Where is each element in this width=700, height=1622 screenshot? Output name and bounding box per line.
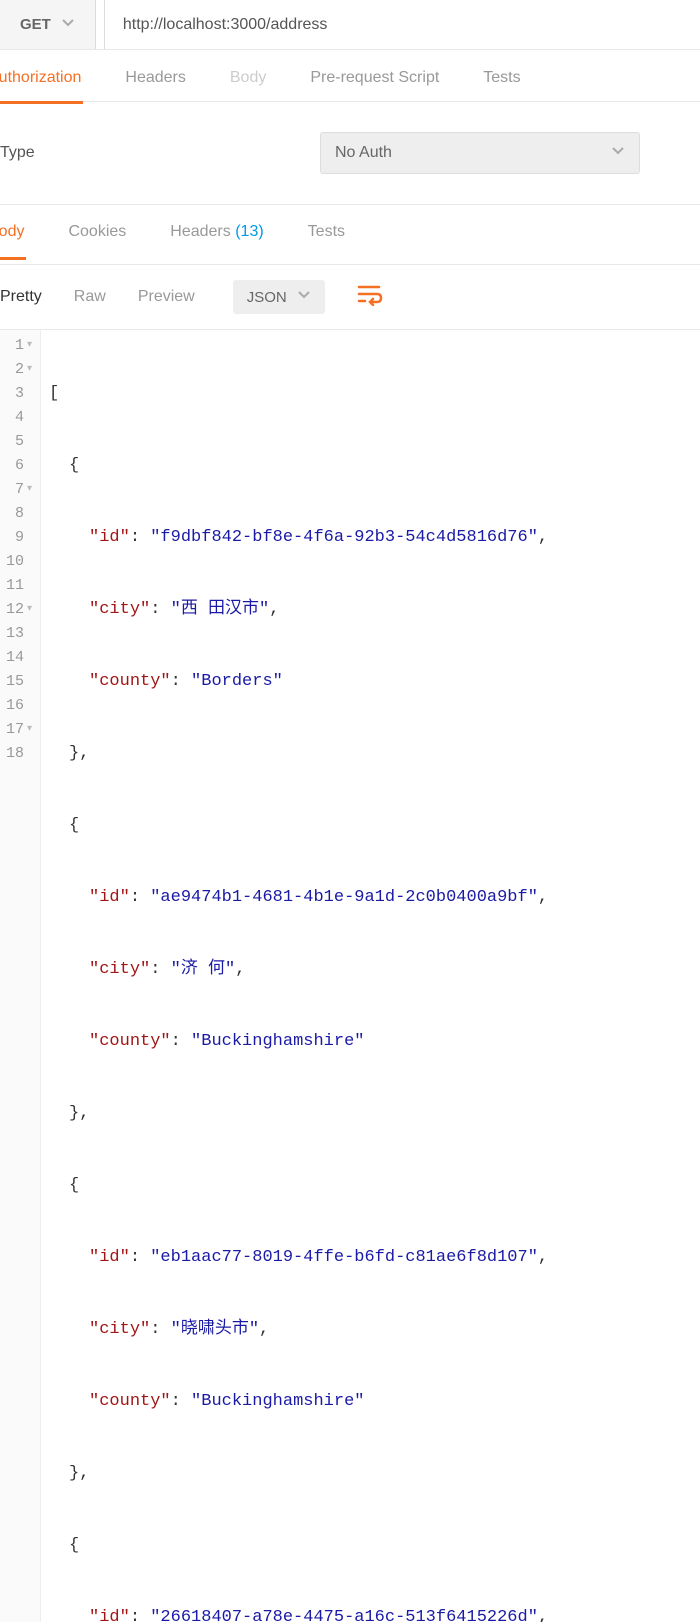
gutter-line: 17▾ xyxy=(6,718,32,742)
view-pretty-button[interactable]: Pretty xyxy=(0,282,46,312)
gutter-line: 5 xyxy=(6,430,32,454)
body-toolbar: Pretty Raw Preview JSON xyxy=(0,265,700,330)
resp-tab-tests[interactable]: Tests xyxy=(306,223,347,260)
chevron-down-icon xyxy=(297,288,311,306)
response-body-viewer[interactable]: 1▾2▾34567▾89101112▾1314151617▾18 [ { "id… xyxy=(0,330,700,1622)
resp-tab-cookies[interactable]: Cookies xyxy=(66,223,128,260)
gutter-line: 8 xyxy=(6,502,32,526)
resp-tab-headers-count: (13) xyxy=(235,223,263,240)
auth-type-value: No Auth xyxy=(335,144,392,162)
format-dropdown[interactable]: JSON xyxy=(233,280,325,314)
tab-headers[interactable]: Headers xyxy=(123,69,187,104)
gutter-line: 10 xyxy=(6,550,32,574)
line-gutter: 1▾2▾34567▾89101112▾1314151617▾18 xyxy=(0,330,41,1622)
code-content: [ { "id": "f9dbf842-bf8e-4f6a-92b3-54c4d… xyxy=(41,330,556,1622)
auth-type-dropdown[interactable]: No Auth xyxy=(320,132,640,174)
view-raw-button[interactable]: Raw xyxy=(70,282,110,312)
gutter-line: 18 xyxy=(6,742,32,766)
gutter-line: 14 xyxy=(6,646,32,670)
request-tabs: Authorization Headers Body Pre-request S… xyxy=(0,50,700,102)
tab-body[interactable]: Body xyxy=(228,69,268,104)
gutter-line: 2▾ xyxy=(6,358,32,382)
resp-tab-headers[interactable]: Headers (13) xyxy=(168,223,265,260)
gutter-line: 13 xyxy=(6,622,32,646)
gutter-line: 11 xyxy=(6,574,32,598)
gutter-line: 12▾ xyxy=(6,598,32,622)
format-label: JSON xyxy=(247,289,287,306)
gutter-line: 4 xyxy=(6,406,32,430)
fold-icon[interactable]: ▾ xyxy=(26,478,32,502)
chevron-down-icon xyxy=(61,16,75,34)
view-preview-button[interactable]: Preview xyxy=(134,282,199,312)
chevron-down-icon xyxy=(611,144,625,163)
tab-authorization[interactable]: Authorization xyxy=(0,69,83,104)
fold-icon[interactable]: ▾ xyxy=(26,358,32,382)
auth-type-label: Type xyxy=(0,144,320,162)
tab-tests[interactable]: Tests xyxy=(481,69,522,104)
gutter-line: 3 xyxy=(6,382,32,406)
fold-icon[interactable]: ▾ xyxy=(26,718,32,742)
http-method-dropdown[interactable]: GET xyxy=(0,0,96,49)
tab-prerequest[interactable]: Pre-request Script xyxy=(308,69,441,104)
http-method-label: GET xyxy=(20,16,51,33)
gutter-line: 1▾ xyxy=(6,334,32,358)
fold-icon[interactable]: ▾ xyxy=(26,334,32,358)
gutter-line: 6 xyxy=(6,454,32,478)
fold-icon[interactable]: ▾ xyxy=(26,598,32,622)
url-input[interactable] xyxy=(104,0,700,49)
gutter-line: 7▾ xyxy=(6,478,32,502)
gutter-line: 16 xyxy=(6,694,32,718)
gutter-line: 9 xyxy=(6,526,32,550)
response-tabs: Body Cookies Headers (13) Tests xyxy=(0,205,700,265)
wrap-lines-button[interactable] xyxy=(357,284,383,311)
resp-tab-headers-label: Headers xyxy=(170,223,230,240)
gutter-line: 15 xyxy=(6,670,32,694)
resp-tab-body[interactable]: Body xyxy=(0,223,26,260)
